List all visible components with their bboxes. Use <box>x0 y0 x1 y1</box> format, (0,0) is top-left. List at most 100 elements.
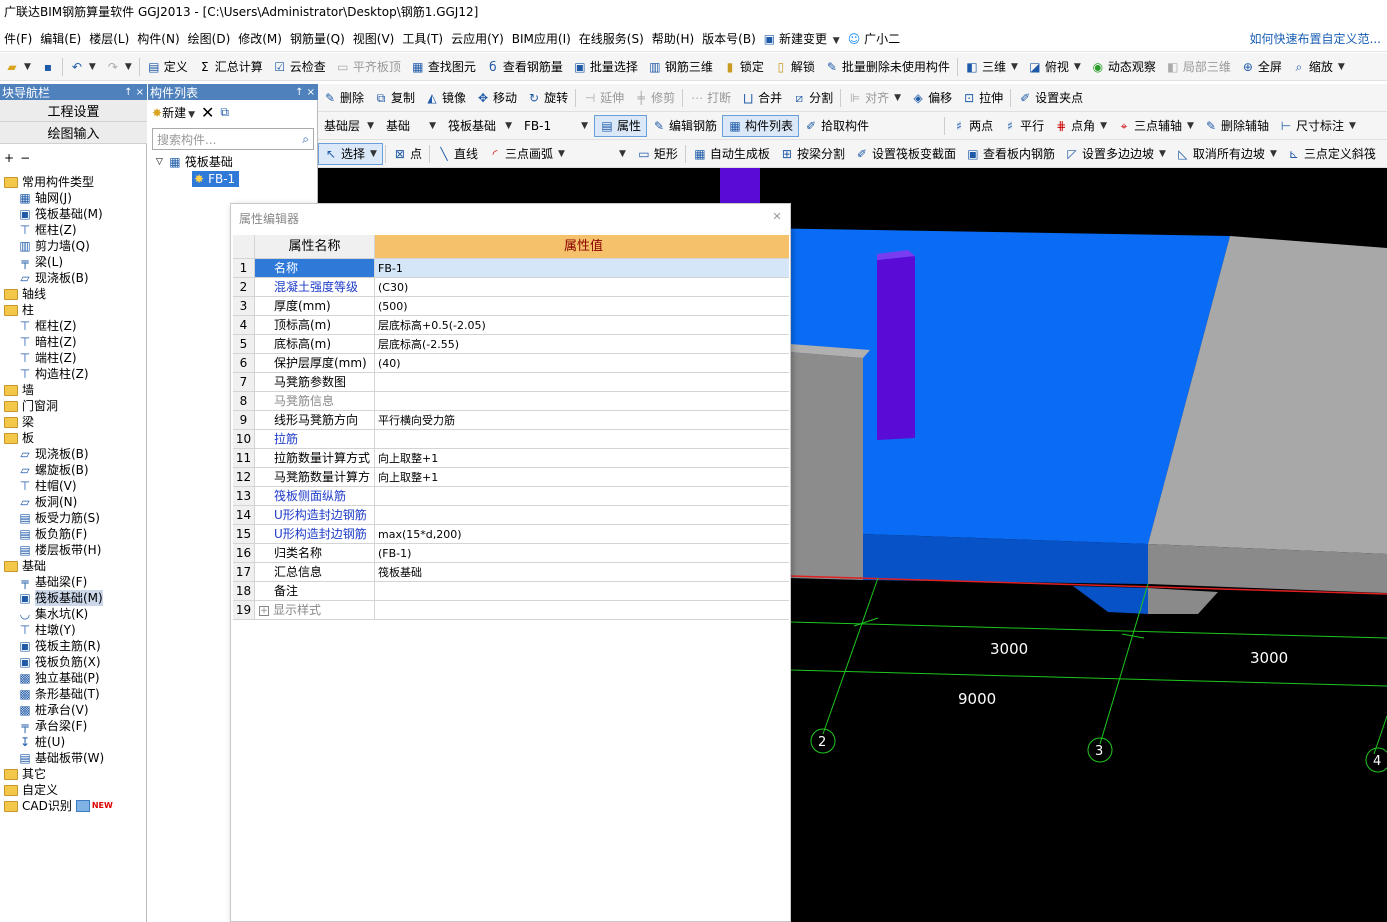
tree-item[interactable]: ╤ 基础梁(F) <box>18 574 87 590</box>
align-button[interactable]: ⊫ 对齐 ▼ <box>843 87 906 109</box>
stretch-button[interactable]: ⊡ 拉伸 <box>957 87 1008 109</box>
menu-tools[interactable]: 工具(T) <box>398 30 447 47</box>
expand-icon[interactable]: + <box>259 605 269 616</box>
property-value[interactable]: (C30) <box>375 278 789 296</box>
pin-close-icon[interactable]: ↑ × <box>124 87 147 98</box>
tree-item[interactable]: ⊤ 柱帽(V) <box>18 478 77 494</box>
view-slab-rebar-button[interactable]: ▣ 查看板内钢筋 <box>961 143 1060 165</box>
component-tree-root[interactable]: ▽ ▦ 筏板基础 <box>156 154 233 170</box>
trim-button[interactable]: ╪ 修剪 <box>629 87 680 109</box>
offset-button[interactable]: ◈ 偏移 <box>906 87 957 109</box>
property-value[interactable]: 平行横向受力筋 <box>375 411 789 429</box>
menu-file[interactable]: 件(F) <box>0 30 36 47</box>
property-row[interactable]: 10 拉筋 <box>233 430 789 449</box>
property-value[interactable] <box>375 506 789 524</box>
set-raft-section-button[interactable]: ✐ 设置筏板变截面 <box>850 143 961 165</box>
pin-close-icon[interactable]: ↑ × <box>295 87 318 98</box>
menu-bim[interactable]: BIM应用(I) <box>508 30 575 47</box>
menu-version[interactable]: 版本号(B) <box>698 30 760 47</box>
property-value[interactable]: 层底标高+0.5(-2.05) <box>375 316 789 334</box>
undo-button[interactable]: ↶ ▼ <box>65 56 101 78</box>
edit-rebar-button[interactable]: ✎ 编辑钢筋 <box>647 115 722 137</box>
property-value[interactable]: 层底标高(-2.55) <box>375 335 789 353</box>
search-icon[interactable]: ⌕ <box>302 132 309 147</box>
property-row[interactable]: 17 汇总信息 筏板基础 <box>233 563 789 582</box>
tree-folder[interactable]: CAD识别 NEW <box>4 798 113 814</box>
tree-item[interactable]: ▩ 桩承台(V) <box>18 702 88 718</box>
open-button[interactable]: ▰ ▼ <box>0 56 36 78</box>
set-grip-button[interactable]: ✐ 设置夹点 <box>1013 87 1088 109</box>
menu-draw[interactable]: 绘图(D) <box>184 30 235 47</box>
menu-help[interactable]: 帮助(H) <box>648 30 698 47</box>
menu-floor[interactable]: 楼层(L) <box>85 30 133 47</box>
tree-item[interactable]: ▣ 筏板基础(M) <box>18 590 103 606</box>
local-3d-button[interactable]: ◧ 局部三维 <box>1161 56 1236 78</box>
point-angle-button[interactable]: ⋕ 点角 ▼ <box>1049 115 1112 137</box>
split-by-beam-button[interactable]: ⊞ 按梁分割 <box>775 143 850 165</box>
split-button[interactable]: ⧄ 分割 <box>787 87 838 109</box>
arc-mode-select[interactable]: ▼ <box>573 144 629 164</box>
tree-item[interactable]: ▩ 独立基础(P) <box>18 670 99 686</box>
tree-folder[interactable]: 基础 <box>4 558 46 574</box>
tree-item[interactable]: ▱ 螺旋板(B) <box>18 462 88 478</box>
property-row[interactable]: 5 底标高(m) 层底标高(-2.55) <box>233 335 789 354</box>
tree-folder[interactable]: 其它 <box>4 766 46 782</box>
unlock-button[interactable]: ▯ 解锁 <box>769 56 820 78</box>
property-row[interactable]: 19 + 显示样式 <box>233 601 789 620</box>
tree-item[interactable]: ▦ 轴网(J) <box>18 190 72 206</box>
tree-item[interactable]: ⊤ 柱墩(Y) <box>18 622 76 638</box>
help-tip-link[interactable]: 如何快速布置自定义范... <box>1250 30 1381 47</box>
lock-button[interactable]: ▮ 锁定 <box>718 56 769 78</box>
orbit-button[interactable]: ◉ 动态观察 <box>1086 56 1161 78</box>
menu-new-change[interactable]: ▣ 新建变更 ▼ <box>760 30 844 47</box>
three-point-axis-button[interactable]: ⌖ 三点辅轴 ▼ <box>1112 115 1199 137</box>
menu-assistant[interactable]: ☺ 广小二 <box>844 30 904 47</box>
three-point-slope-button[interactable]: ⊾ 三点定义斜筏 <box>1282 143 1381 165</box>
move-button[interactable]: ✥ 移动 <box>471 87 522 109</box>
tree-item[interactable]: ╤ 梁(L) <box>18 254 63 270</box>
pick-component-button[interactable]: ✐ 拾取构件 <box>799 115 874 137</box>
property-row[interactable]: 3 厚度(mm) (500) <box>233 297 789 316</box>
tree-folder[interactable]: 板 <box>4 430 34 446</box>
tree-item[interactable]: ⊤ 构造柱(Z) <box>18 366 89 382</box>
menu-online[interactable]: 在线服务(S) <box>575 30 648 47</box>
property-row[interactable]: 16 归类名称 (FB-1) <box>233 544 789 563</box>
delete-axis-button[interactable]: ✎ 删除辅轴 <box>1199 115 1274 137</box>
property-value[interactable] <box>375 487 789 505</box>
copy-button[interactable]: ⧉ 复制 <box>369 87 420 109</box>
copy-component-button[interactable]: ⧉ <box>220 105 229 120</box>
tree-folder[interactable]: 门窗洞 <box>4 398 58 414</box>
tree-item[interactable]: ▱ 板洞(N) <box>18 494 77 510</box>
define-button[interactable]: ▤ 定义 <box>142 56 193 78</box>
tree-item[interactable]: ▣ 筏板主筋(R) <box>18 638 100 654</box>
batch-select-button[interactable]: ▣ 批量选择 <box>568 56 643 78</box>
close-icon[interactable]: ✕ <box>770 210 784 224</box>
property-row[interactable]: 14 U形构造封边钢筋 <box>233 506 789 525</box>
tree-item[interactable]: ▥ 剪力墙(Q) <box>18 238 89 254</box>
menu-rebar-qty[interactable]: 钢筋量(Q) <box>286 30 349 47</box>
tree-item[interactable]: ▱ 现浇板(B) <box>18 446 88 462</box>
tree-item[interactable]: ▤ 基础板带(W) <box>18 750 104 766</box>
property-row[interactable]: 1 名称 FB-1 <box>233 259 789 278</box>
view-rebar-qty-button[interactable]: б 查看钢筋量 <box>481 56 568 78</box>
delete-button[interactable]: ✎ 删除 <box>318 87 369 109</box>
tree-folder[interactable]: 自定义 <box>4 782 58 798</box>
rotate-button[interactable]: ↻ 旋转 <box>522 87 573 109</box>
batch-delete-unused-button[interactable]: ✎ 批量删除未使用构件 <box>820 56 955 78</box>
rectangle-button[interactable]: ▭ 矩形 <box>632 143 683 165</box>
merge-button[interactable]: ⨆ 合并 <box>736 87 787 109</box>
tree-folder[interactable]: 常用构件类型 <box>4 174 94 190</box>
tree-item[interactable]: ◡ 集水坑(K) <box>18 606 88 622</box>
top-view-button[interactable]: ◪ 俯视 ▼ <box>1023 56 1086 78</box>
tree-item[interactable]: ⊤ 框柱(Z) <box>18 318 77 334</box>
collapse-icon[interactable]: ▽ <box>156 154 163 170</box>
property-value[interactable]: (500) <box>375 297 789 315</box>
tree-item[interactable]: ▤ 板负筋(F) <box>18 526 87 542</box>
property-value[interactable] <box>375 373 789 391</box>
parallel-button[interactable]: ♯ 平行 <box>998 115 1049 137</box>
tree-item[interactable]: ▤ 板受力筋(S) <box>18 510 100 526</box>
tree-item[interactable]: ▤ 楼层板带(H) <box>18 542 101 558</box>
property-row[interactable]: 15 U形构造封边钢筋 max(15*d,200) <box>233 525 789 544</box>
property-value[interactable] <box>375 392 789 410</box>
cancel-all-slopes-button[interactable]: ◺ 取消所有边坡 ▼ <box>1171 143 1282 165</box>
